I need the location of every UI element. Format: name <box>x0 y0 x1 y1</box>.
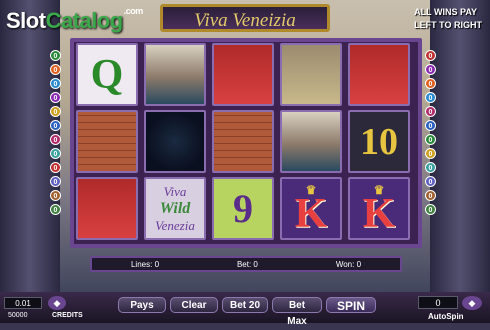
right-column <box>430 0 490 300</box>
payline-marker-right-8[interactable]: 0 <box>425 148 436 159</box>
payline-marker-left-12[interactable]: 0 <box>50 204 61 215</box>
reel-symbol-king: ♛ K <box>348 177 410 240</box>
credits-label: CREDITS <box>52 312 83 319</box>
wild-text-0: Viva <box>163 183 187 199</box>
watermark-suffix: .com <box>123 6 144 16</box>
watermark-logo: SlotCatalog .com <box>6 6 143 34</box>
coin-select-icon[interactable]: ◆ <box>48 296 66 310</box>
payline-markers-right: 0 0 0 0 0 0 0 0 0 0 0 0 <box>425 50 436 215</box>
payline-marker-left-7[interactable]: 0 <box>50 134 61 145</box>
bet-readout: Bet: 0 <box>237 260 258 269</box>
payline-marker-left-11[interactable]: 0 <box>50 190 61 201</box>
payline-marker-right-6[interactable]: 0 <box>425 120 436 131</box>
wild-text-2: Venezia <box>155 217 195 233</box>
lines-label: Lines: <box>130 259 153 269</box>
betmax-button[interactable]: Bet Max <box>272 297 322 327</box>
clear-button[interactable]: Clear <box>170 297 218 313</box>
reel-symbol-mask <box>212 43 274 106</box>
autospin-counter[interactable]: 0 <box>418 296 458 309</box>
reel-symbol-gondola <box>144 43 206 106</box>
spin-button[interactable]: SPIN <box>326 297 376 313</box>
payline-marker-right-2[interactable]: 0 <box>425 64 436 75</box>
reel-symbol-king: ♛ K <box>280 177 342 240</box>
won-value: 0 <box>356 259 362 269</box>
bet20-button[interactable]: Bet 20 <box>222 297 268 313</box>
symbol-label: 9 <box>233 186 253 231</box>
payline-marker-left-10[interactable]: 0 <box>50 176 61 187</box>
reel-symbol-gondola <box>280 110 342 173</box>
reel-symbol-hat <box>76 110 138 173</box>
won-label: Won: <box>335 259 355 269</box>
lines-value: 0 <box>154 259 160 269</box>
reel-symbol-bells <box>280 43 342 106</box>
symbol-label: K <box>294 190 328 237</box>
payline-marker-left-5[interactable]: 0 <box>50 106 61 117</box>
credits-amount: 50000 <box>8 312 28 319</box>
payline-marker-left-9[interactable]: 0 <box>50 162 61 173</box>
payline-marker-left-2[interactable]: 0 <box>50 64 61 75</box>
coin-value-display[interactable]: 0.01 <box>4 297 42 309</box>
reel-symbol-beauty <box>144 110 206 173</box>
bet-label: Bet: <box>236 259 252 269</box>
reel-symbol-hat <box>212 110 274 173</box>
symbol-label: Q <box>90 51 124 98</box>
payline-marker-left-6[interactable]: 0 <box>50 120 61 131</box>
payline-marker-right-3[interactable]: 0 <box>425 78 436 89</box>
watermark-part1: Slot <box>6 8 46 33</box>
payline-marker-left-3[interactable]: 0 <box>50 78 61 89</box>
lines-readout: Lines: 0 <box>131 260 159 269</box>
reel-symbol-nine: 9 <box>212 177 274 240</box>
symbol-label: 10 <box>360 120 398 163</box>
reel-symbol-ten: 10 <box>348 110 410 173</box>
reel-grid: Q 10 Viva Wild Venezia 9 ♛ K ♛ K <box>76 43 410 240</box>
payline-marker-right-5[interactable]: 0 <box>425 106 436 117</box>
payline-marker-right-7[interactable]: 0 <box>425 134 436 145</box>
wild-text-1: Wild <box>159 199 191 217</box>
autospin-label[interactable]: AutoSpin <box>428 312 464 321</box>
wins-note: ALL WINS PAY LEFT TO RIGHT <box>414 6 482 32</box>
payline-marker-left-4[interactable]: 0 <box>50 92 61 103</box>
wins-note-line2: LEFT TO RIGHT <box>414 20 482 30</box>
payline-marker-right-9[interactable]: 0 <box>425 162 436 173</box>
reel-symbol-wild: Viva Wild Venezia <box>144 177 206 240</box>
watermark-part2: Catalog <box>45 8 124 33</box>
payline-marker-left-8[interactable]: 0 <box>50 148 61 159</box>
autospin-select-icon[interactable]: ◆ <box>462 296 482 310</box>
payline-marker-left-1[interactable]: 0 <box>50 50 61 61</box>
payline-marker-right-12[interactable]: 0 <box>425 204 436 215</box>
won-readout: Won: 0 <box>336 260 361 269</box>
payline-marker-right-1[interactable]: 0 <box>425 50 436 61</box>
reel-symbol-mask <box>348 43 410 106</box>
game-title: Viva Veneizia <box>160 4 330 32</box>
reel-symbol-q: Q <box>76 43 138 106</box>
bet-value: 0 <box>253 259 258 269</box>
reel-symbol-mask <box>76 177 138 240</box>
payline-marker-right-10[interactable]: 0 <box>425 176 436 187</box>
payline-markers-left: 0 0 0 0 0 0 0 0 0 0 0 0 <box>50 50 61 215</box>
status-bar: Lines: 0 Bet: 0 Won: 0 <box>90 256 402 272</box>
payline-marker-right-4[interactable]: 0 <box>425 92 436 103</box>
payline-marker-right-11[interactable]: 0 <box>425 190 436 201</box>
pays-button[interactable]: Pays <box>118 297 166 313</box>
symbol-label: K <box>362 190 396 237</box>
wins-note-line1: ALL WINS PAY <box>414 7 477 17</box>
